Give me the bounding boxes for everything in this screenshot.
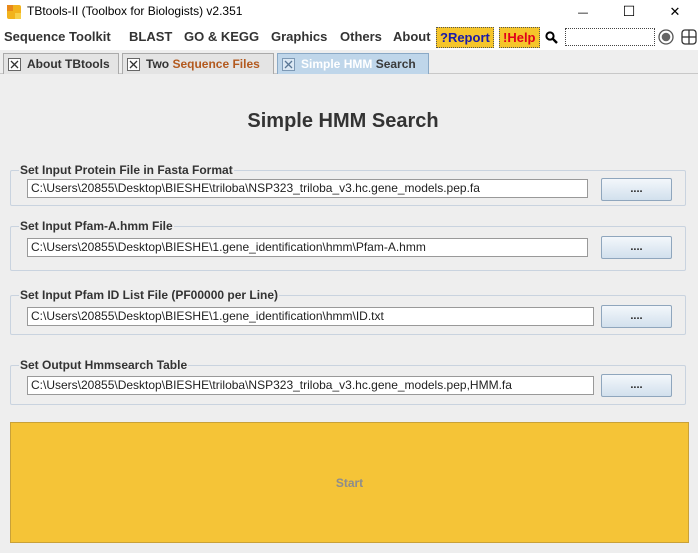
- tab-about-tbtools[interactable]: About TBtools: [3, 53, 119, 74]
- report-button[interactable]: ?Report: [436, 27, 494, 48]
- tab-label: About TBtools: [27, 57, 110, 71]
- start-button[interactable]: Start: [10, 422, 689, 543]
- browse-pfam-hmm-button[interactable]: ....: [601, 236, 672, 259]
- group-title: Set Input Pfam ID List File (PF00000 per…: [19, 287, 280, 303]
- search-input[interactable]: [565, 28, 655, 46]
- tab-label: Two: [146, 57, 173, 71]
- tab-strip: About TBtools Two Sequence Files Simple …: [0, 50, 698, 74]
- menu-blast[interactable]: BLAST: [129, 29, 172, 45]
- tab-close-icon[interactable]: [8, 57, 21, 71]
- menu-about[interactable]: About: [393, 29, 431, 45]
- maximize-icon: ☐: [622, 4, 636, 20]
- menu-go-kegg[interactable]: GO & KEGG: [184, 29, 259, 45]
- window-title: TBtools-II (Toolbox for Biologists) v2.3…: [27, 4, 243, 18]
- search-icon[interactable]: [545, 31, 558, 44]
- tab-label-accent: HMM: [343, 57, 373, 71]
- app-window: TBtools-II (Toolbox for Biologists) v2.3…: [0, 0, 698, 553]
- tab-close-icon[interactable]: [282, 57, 295, 71]
- browse-output-table-button[interactable]: ....: [601, 374, 672, 397]
- minimize-icon: —: [577, 5, 589, 19]
- tab-close-icon[interactable]: [127, 57, 140, 71]
- tab-simple-hmm-search[interactable]: Simple HMM Search: [277, 53, 429, 74]
- page-title: Simple HMM Search: [247, 110, 439, 132]
- menu-sequence-toolkit[interactable]: Sequence Toolkit: [4, 29, 111, 45]
- maximize-button[interactable]: ☐: [606, 0, 652, 24]
- close-icon: ✕: [669, 4, 681, 20]
- tab-label-accent: Sequence Files: [172, 57, 260, 71]
- pfam-id-list-input[interactable]: C:\Users\20855\Desktop\BIESHE\1.gene_ide…: [27, 307, 594, 326]
- pfam-hmm-input[interactable]: C:\Users\20855\Desktop\BIESHE\1.gene_ide…: [27, 238, 588, 257]
- tab-label: Simple: [301, 57, 344, 71]
- close-button[interactable]: ✕: [652, 0, 698, 24]
- help-button[interactable]: !Help: [499, 27, 540, 48]
- start-button-label: Start: [335, 475, 364, 490]
- tab-label-suffix: Search: [372, 57, 416, 71]
- theme-toggle-icon[interactable]: [658, 29, 674, 45]
- grid-layout-icon[interactable]: [681, 29, 697, 45]
- menu-graphics[interactable]: Graphics: [271, 29, 327, 45]
- group-title: Set Input Protein File in Fasta Format: [19, 162, 234, 178]
- title-bar: TBtools-II (Toolbox for Biologists) v2.3…: [0, 0, 698, 24]
- browse-protein-file-button[interactable]: ....: [601, 178, 672, 201]
- group-title: Set Input Pfam-A.hmm File: [19, 218, 174, 234]
- output-table-input[interactable]: C:\Users\20855\Desktop\BIESHE\triloba\NS…: [27, 376, 594, 395]
- minimize-button[interactable]: —: [560, 0, 606, 24]
- browse-pfam-id-list-button[interactable]: ....: [601, 305, 672, 328]
- tab-two-sequence-files[interactable]: Two Sequence Files: [122, 53, 274, 74]
- protein-file-input[interactable]: C:\Users\20855\Desktop\BIESHE\triloba\NS…: [27, 179, 588, 198]
- tbtools-logo-icon: [7, 5, 21, 19]
- menu-others[interactable]: Others: [340, 29, 382, 45]
- group-title: Set Output Hmmsearch Table: [19, 357, 189, 373]
